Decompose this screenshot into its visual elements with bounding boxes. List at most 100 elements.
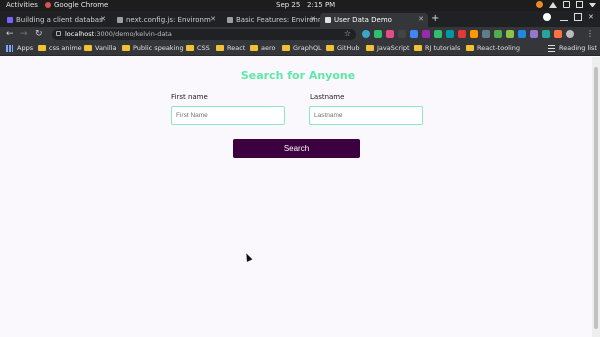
bookmark-aero[interactable]: aero [250,44,276,52]
scrollbar-thumb[interactable] [594,67,598,329]
extension-icon[interactable] [530,30,538,38]
reload-icon[interactable]: ↻ [35,29,43,39]
extension-icon[interactable] [446,30,454,38]
bookmark-react-tooling[interactable]: React-tooling [466,44,520,52]
bookmark-label: Vanilla [95,44,117,52]
url-path: :3000/demo/kelvin-data [94,30,172,38]
extension-icon[interactable] [362,30,370,38]
extension-icon[interactable] [410,30,418,38]
extension-icon[interactable] [518,30,526,38]
browser-toolbar: ← → ↻ localhost:3000/demo/kelvin-data ☆ … [0,27,600,42]
bookmark-public-speaking[interactable]: Public speaking [122,44,184,52]
page-icon [325,17,331,23]
extension-icon[interactable] [398,30,406,38]
tab-label: Building a client databas [16,16,103,24]
extension-icon[interactable] [482,30,490,38]
maximize-icon[interactable] [574,13,582,21]
profile-avatar[interactable] [566,30,574,38]
extension-icon[interactable] [374,30,382,38]
bookmark-label: Reading list [559,44,597,52]
extension-icon[interactable] [422,30,430,38]
bookmark-css-anime[interactable]: css anime [38,44,82,52]
system-top-bar: Activities Google Chrome Sep 25 2:15 PM [0,0,600,11]
bookmarks-bar: Apps css anime Vanilla Public speaking C… [0,42,600,56]
tab-label: User Data Demo [334,16,392,24]
extension-icon[interactable] [494,30,502,38]
bookmark-label: CSS [197,44,210,52]
close-icon[interactable]: ✕ [210,15,216,23]
close-icon[interactable]: ✕ [310,15,316,23]
chevron-down-icon [589,3,596,10]
bookmark-label: RJ tutorials [425,44,461,52]
bookmark-css[interactable]: CSS [186,44,210,52]
page-scrollbar[interactable] [592,57,600,337]
page-icon [7,17,13,23]
tab-basic-features[interactable]: Basic Features: Environm ✕ [222,13,320,27]
first-name-label: First name [171,93,208,101]
search-button[interactable]: Search [233,139,360,158]
extension-icon[interactable] [386,30,394,38]
next-icon [117,17,123,23]
tab-label: next.config.js: Environm [126,16,211,24]
first-name-input[interactable] [171,106,285,125]
extension-icon[interactable] [542,30,550,38]
back-icon[interactable]: ← [6,29,14,39]
mouse-cursor [243,252,253,262]
apps-grid-icon [6,45,13,52]
folder-icon [282,45,290,51]
bookmark-rj-tutorials[interactable]: RJ tutorials [414,44,460,52]
chrome-menu-icon[interactable]: ⋮ [586,29,594,38]
chrome-icon [45,2,51,8]
activities-button[interactable]: Activities [6,1,38,9]
folder-icon [84,45,92,51]
system-tray[interactable] [536,1,596,10]
page-viewport: Search for Anyone First name Lastname Se… [0,57,592,337]
folder-icon [250,45,258,51]
folder-icon [466,45,474,51]
minimize-icon[interactable] [560,13,568,21]
close-icon[interactable]: ✕ [100,15,106,23]
bookmark-apps[interactable]: Apps [6,44,33,52]
bookmark-vanilla[interactable]: Vanilla [84,44,116,52]
new-tab-button[interactable]: + [431,12,439,26]
bookmark-github[interactable]: GitHub [326,44,360,52]
folder-icon [216,45,224,51]
wifi-icon [549,1,557,8]
tab-building-client-database[interactable]: Building a client databas ✕ [2,13,110,27]
extension-icon[interactable] [458,30,466,38]
clock[interactable]: Sep 25 2:15 PM [276,1,335,9]
reading-list[interactable]: Reading list [548,44,597,52]
bookmark-javascript[interactable]: JavaScript [366,44,410,52]
url-host: localhost [65,30,95,38]
folder-icon [414,45,422,51]
close-icon[interactable]: ✕ [418,15,424,23]
time-text: 2:15 PM [307,1,336,9]
next-icon [227,17,233,23]
address-bar[interactable]: localhost:3000/demo/kelvin-data ☆ [52,29,356,40]
bookmark-label: GraphQL [293,44,322,52]
tab-next-config[interactable]: next.config.js: Environm ✕ [112,13,220,27]
date-text: Sep 25 [276,1,301,9]
last-name-label: Lastname [310,93,345,101]
forward-icon[interactable]: → [20,29,28,39]
bookmark-label: Public speaking [133,44,184,52]
bookmark-label: css anime [49,44,82,52]
close-window-icon[interactable]: ✕ [588,13,596,21]
bookmark-react[interactable]: React [216,44,245,52]
bookmark-graphql[interactable]: GraphQL [282,44,322,52]
extension-icon[interactable] [554,30,562,38]
bookmark-label: React [227,44,246,52]
info-icon[interactable] [56,31,61,36]
app-menu[interactable]: Google Chrome [45,1,108,9]
bookmark-star-icon[interactable]: ☆ [344,29,351,38]
extension-icon[interactable] [506,30,514,38]
extension-icon[interactable] [470,30,478,38]
extension-icon[interactable] [434,30,442,38]
tab-search-icon[interactable] [543,13,551,21]
app-name: Google Chrome [54,1,109,9]
last-name-input[interactable] [309,106,423,125]
folder-icon [38,45,46,51]
tab-user-data-demo[interactable]: User Data Demo ✕ [320,13,428,27]
bookmark-label: aero [261,44,276,52]
bookmark-label: React-tooling [477,44,521,52]
